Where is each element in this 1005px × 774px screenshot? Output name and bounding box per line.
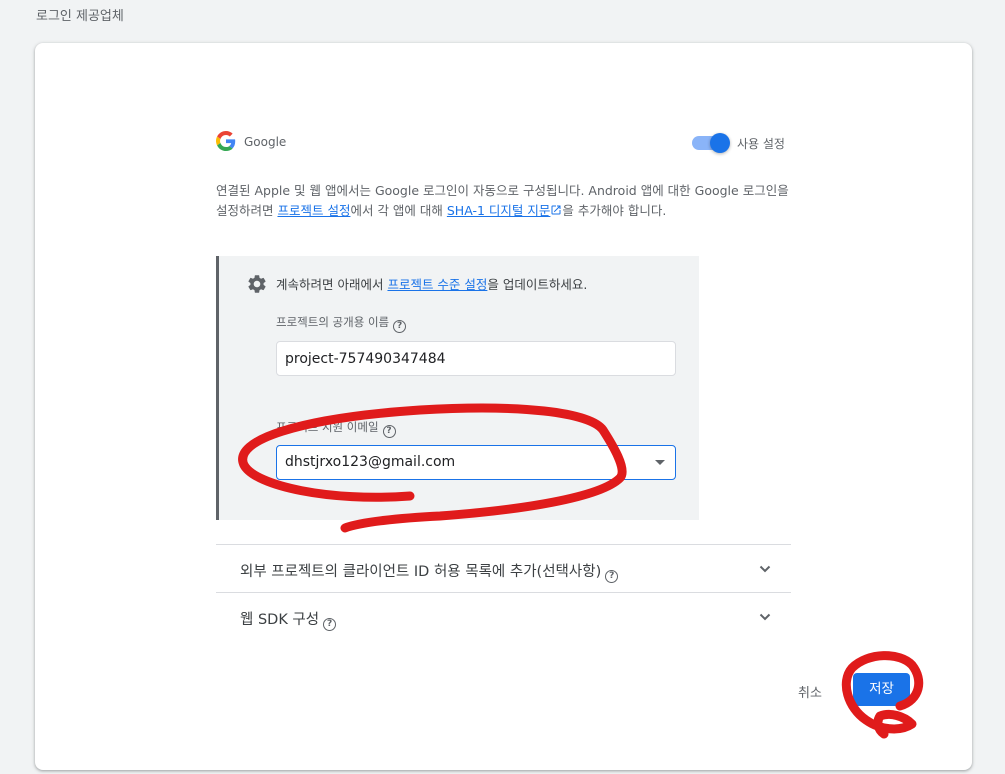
help-icon[interactable]: ? [382,425,396,438]
support-email-label-text: 프로젝트 지원 이메일 [276,420,379,434]
support-email-select[interactable]: dhstjrxo123@gmail.com [276,445,676,480]
instruction-text-after: 을 업데이트하세요. [487,277,588,292]
client-id-allowlist-expander[interactable]: 외부 프로젝트의 클라이언트 ID 허용 목록에 추가(선택사항)? [216,544,791,592]
project-settings-box: 계속하려면 아래에서 프로젝트 수준 설정을 업데이트하세요. 프로젝트의 공개… [216,256,699,520]
sha1-link-label: SHA-1 디지털 지문 [446,203,551,218]
google-g-icon [216,131,236,151]
external-link-icon [551,205,561,215]
sha1-fingerprint-link[interactable]: SHA-1 디지털 지문 [447,203,563,218]
description-text-3: 을 추가해야 합니다. [562,203,667,218]
public-name-label: 프로젝트의 공개용 이름? [276,314,407,333]
gear-icon [248,275,266,293]
web-sdk-config-expander[interactable]: 웹 SDK 구성? [216,592,791,640]
cancel-button[interactable]: 취소 [798,680,822,703]
section-title: 로그인 제공업체 [36,9,124,24]
provider-name: Google [244,135,287,149]
help-icon[interactable]: ? [605,570,619,583]
dropdown-caret-icon [655,460,665,465]
expander-label: 외부 프로젝트의 클라이언트 ID 허용 목록에 추가(선택사항) [240,564,602,580]
description-text-2: 에서 각 앱에 대해 [350,203,447,218]
toggle-label: 사용 설정 [737,137,785,151]
provider-card: Google 사용 설정 연결된 Apple 및 웹 앱에서는 Google 로… [35,43,972,770]
expander-label: 웹 SDK 구성 [240,612,320,628]
save-button[interactable]: 저장 [853,673,910,706]
expander-title: 외부 프로젝트의 클라이언트 ID 허용 목록에 추가(선택사항)? [240,560,619,583]
settings-instruction: 계속하려면 아래에서 프로젝트 수준 설정을 업데이트하세요. [276,274,587,293]
toggle-thumb [710,133,730,153]
expander-title: 웹 SDK 구성? [240,608,337,631]
help-icon[interactable]: ? [323,618,337,631]
provider-header: Google 사용 설정 [216,130,791,156]
support-email-label: 프로젝트 지원 이메일? [276,419,396,438]
enable-toggle[interactable] [692,132,730,153]
support-email-value: dhstjrxo123@gmail.com [285,454,456,470]
public-name-input[interactable] [276,341,676,376]
chevron-down-icon [759,565,771,573]
project-settings-link[interactable]: 프로젝트 설정 [277,203,350,218]
chevron-down-icon [759,613,771,621]
help-icon[interactable]: ? [393,320,407,333]
instruction-text-before: 계속하려면 아래에서 [276,277,388,292]
project-level-settings-link[interactable]: 프로젝트 수준 설정 [387,277,487,292]
provider-description: 연결된 Apple 및 웹 앱에서는 Google 로그인이 자동으로 구성됩니… [216,181,791,221]
public-name-label-text: 프로젝트의 공개용 이름 [276,315,390,329]
